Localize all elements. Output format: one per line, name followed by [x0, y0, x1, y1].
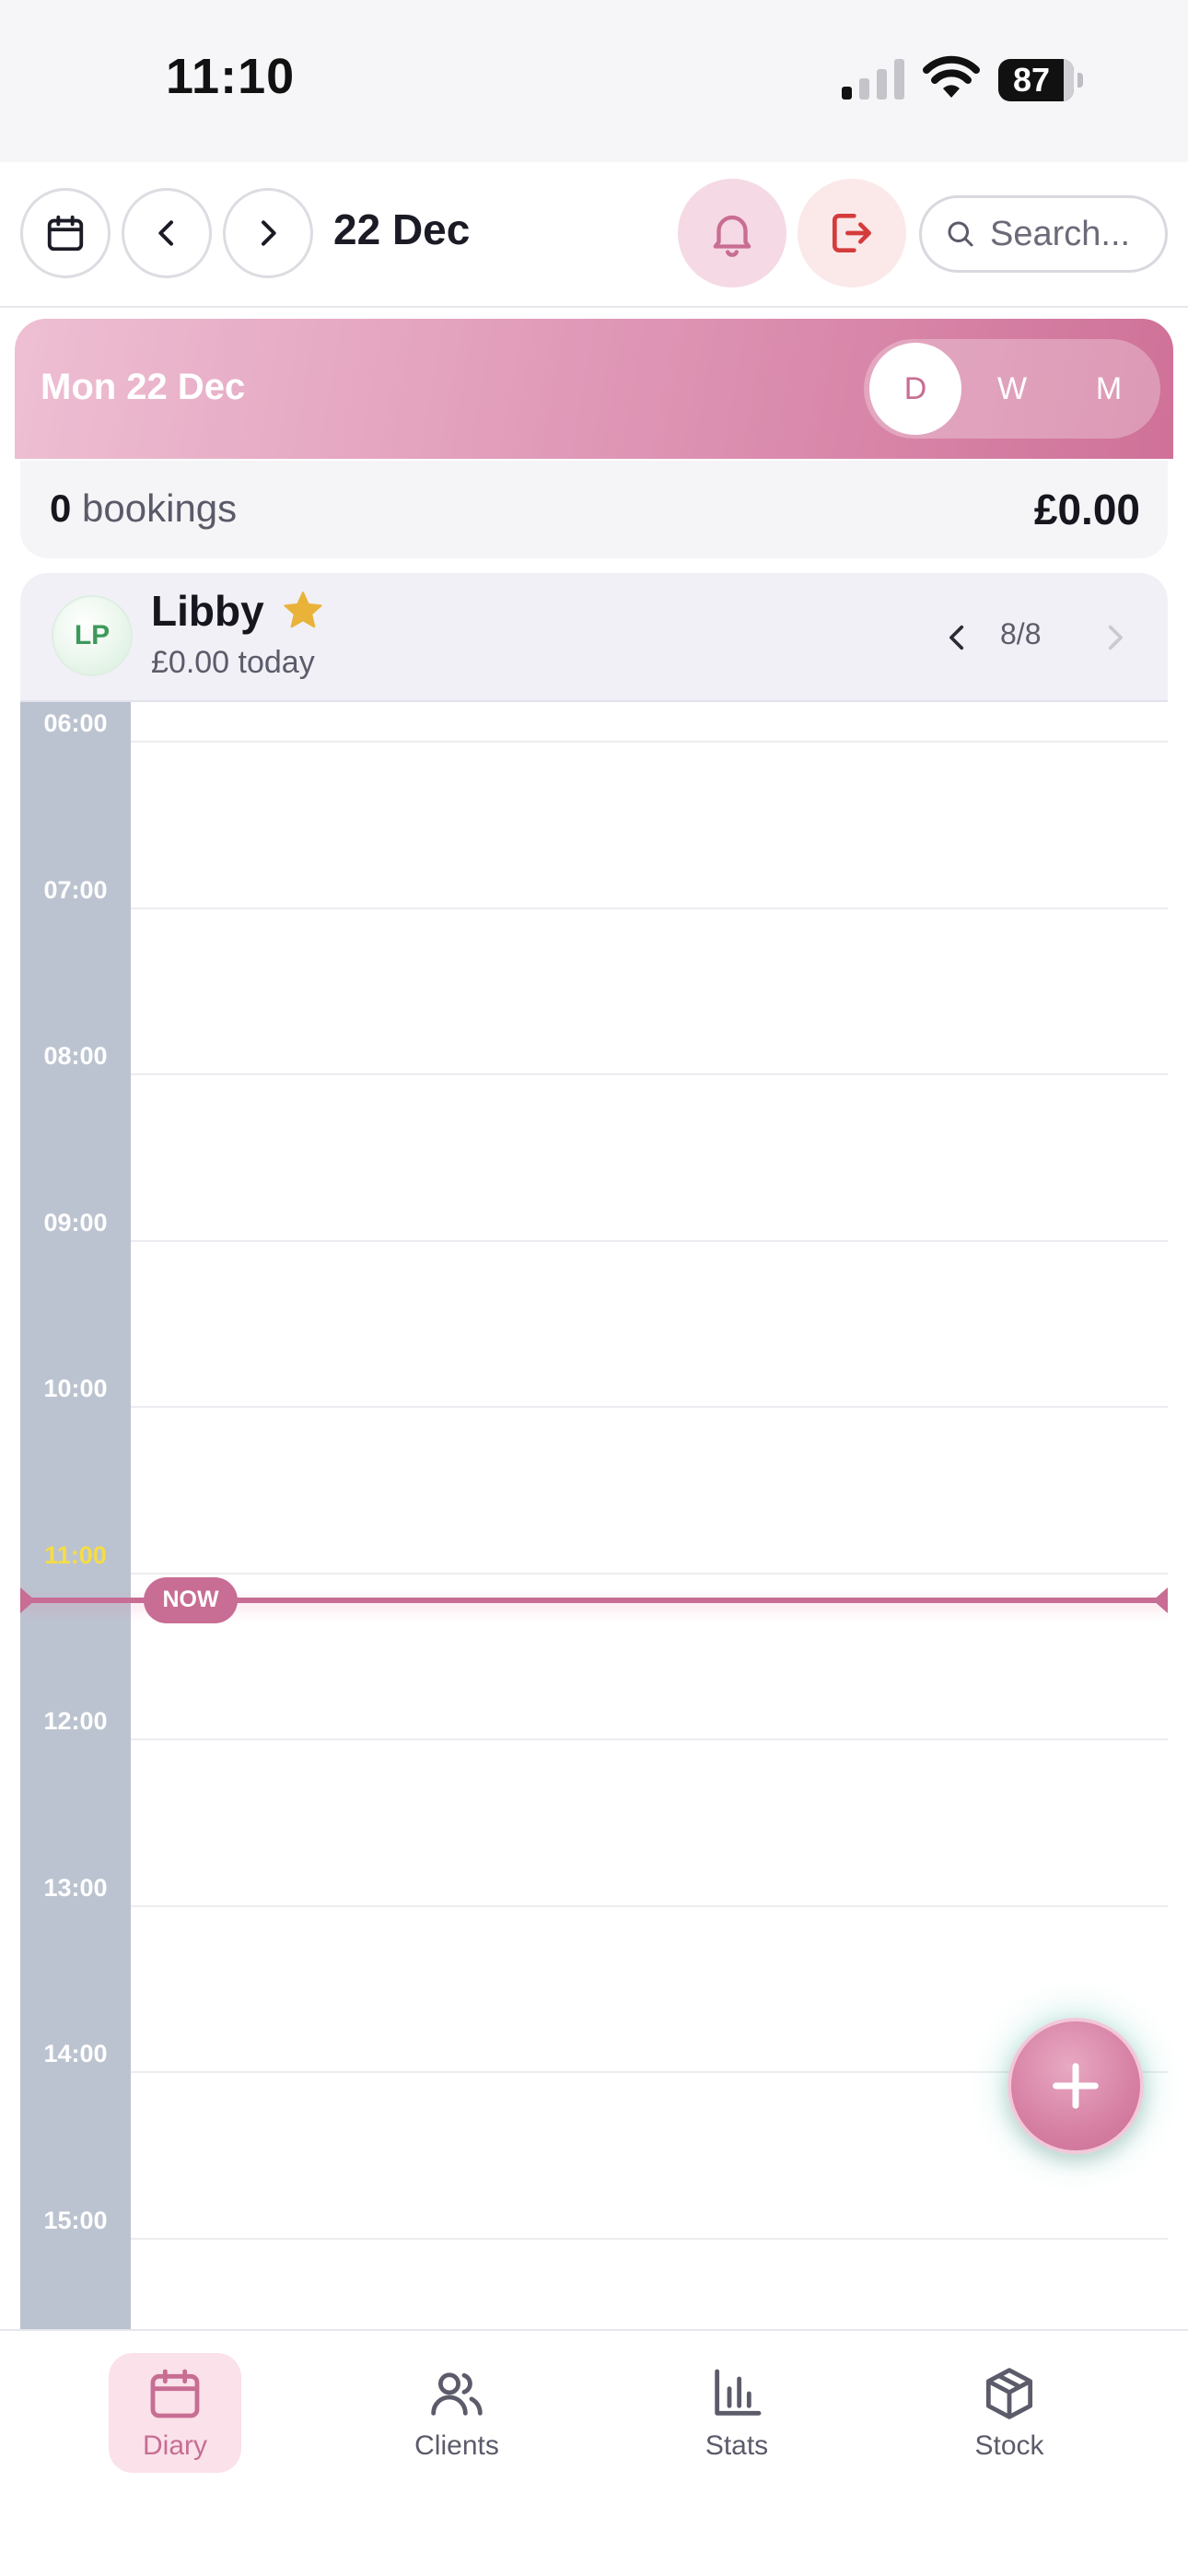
hour-label: 13:00 — [43, 1873, 108, 1902]
wifi-icon — [923, 55, 980, 98]
hour-line — [131, 1739, 1168, 1740]
hour-label: 07:00 — [43, 875, 108, 904]
current-time-marker-left — [20, 1587, 35, 1613]
current-time-marker-right — [1153, 1587, 1168, 1613]
battery-icon: 87 — [998, 59, 1083, 101]
staff-today-total: £0.00 today — [151, 645, 315, 680]
bookings-count: 0 bookings — [50, 486, 237, 531]
hour-line — [131, 741, 1168, 743]
calendar-icon — [150, 2369, 200, 2418]
previous-day-button[interactable] — [122, 188, 212, 278]
hour-label: 09:00 — [43, 1208, 108, 1236]
hour-label: 10:00 — [43, 1375, 108, 1402]
previous-staff-button[interactable] — [936, 612, 980, 663]
view-day-button[interactable]: D — [869, 343, 961, 435]
bottom-tab-bar: Diary Clients Stats Stock — [0, 2329, 1188, 2576]
next-day-button[interactable] — [223, 188, 313, 278]
battery-level: 87 — [1012, 61, 1051, 99]
chevron-left-icon — [949, 625, 964, 650]
tab-clients[interactable]: Clients — [390, 2353, 523, 2473]
day-summary: 0 bookings £0.00 — [20, 461, 1168, 558]
hour-line — [131, 1904, 1168, 1907]
tab-diary[interactable]: Diary — [109, 2353, 241, 2473]
add-booking-button[interactable] — [1007, 2018, 1144, 2154]
star-icon — [284, 591, 322, 628]
day-banner: Mon 22 Dec D W M — [15, 319, 1173, 459]
hour-line — [131, 1073, 1168, 1075]
current-date-label: 22 Dec — [333, 205, 471, 253]
tab-stock-label: Stock — [974, 2430, 1044, 2461]
hour-label: 06:00 — [43, 709, 108, 737]
avatar: LP — [52, 595, 133, 676]
search-input[interactable] — [990, 214, 1165, 254]
staff-header: LP Libby £0.00 today 8/8 — [20, 573, 1168, 702]
tab-stock[interactable]: Stock — [943, 2353, 1076, 2473]
search-icon — [948, 221, 973, 247]
bar-chart-icon — [715, 2369, 762, 2416]
hour-label: 14:00 — [43, 2040, 108, 2067]
bell-icon — [713, 215, 751, 257]
notifications-button[interactable] — [678, 179, 786, 287]
bookings-label: bookings — [82, 486, 238, 530]
calendar-icon — [47, 215, 84, 252]
day-total: £0.00 — [1033, 486, 1140, 533]
staff-name: Libby — [151, 587, 264, 635]
hour-line — [131, 1239, 1168, 1242]
day-title: Mon 22 Dec — [41, 367, 246, 407]
next-staff-button[interactable] — [1092, 612, 1136, 663]
tab-stats[interactable]: Stats — [670, 2353, 803, 2473]
view-toggle: D W M — [864, 339, 1160, 439]
tab-diary-label: Diary — [142, 2430, 207, 2461]
logout-button[interactable] — [798, 179, 906, 287]
search-box[interactable] — [919, 195, 1168, 273]
now-badge: NOW — [144, 1576, 238, 1623]
hour-label: 08:00 — [43, 1042, 108, 1070]
chevron-left-icon — [158, 220, 173, 246]
chevron-right-icon — [1108, 625, 1123, 650]
hour-line — [131, 2237, 1168, 2240]
time-column: 06:00 07:00 08:00 09:00 10:00 11:00 12:00 13:00… — [20, 702, 131, 2329]
staff-page-indicator: 8/8 — [1000, 617, 1042, 650]
day-timeline[interactable]: 06:00 07:00 08:00 09:00 10:00 11:00 12:00 13:00… — [20, 702, 1168, 2329]
users-icon — [431, 2372, 483, 2416]
hour-label: 11:00 — [44, 1540, 107, 1569]
tab-clients-label: Clients — [414, 2430, 499, 2461]
hour-label: 15:00 — [43, 2206, 108, 2234]
bookings-number: 0 — [50, 486, 72, 530]
calendar-picker-button[interactable] — [20, 188, 111, 278]
view-week-button[interactable]: W — [966, 343, 1058, 435]
hour-line — [131, 907, 1168, 909]
status-bar: 11:10 87 — [0, 0, 1188, 162]
chevron-right-icon — [262, 220, 276, 246]
hour-line — [131, 1572, 1168, 1575]
view-month-button[interactable]: M — [1063, 343, 1155, 435]
logout-icon — [833, 214, 871, 252]
status-time: 11:10 — [166, 49, 296, 104]
top-toolbar: 22 Dec — [0, 162, 1188, 308]
hour-line — [131, 1406, 1168, 1408]
cellular-signal-icon — [842, 59, 904, 100]
plus-icon — [1053, 2063, 1099, 2109]
hour-label: 12:00 — [43, 1707, 108, 1735]
tab-stats-label: Stats — [705, 2430, 769, 2461]
box-icon — [985, 2368, 1033, 2419]
